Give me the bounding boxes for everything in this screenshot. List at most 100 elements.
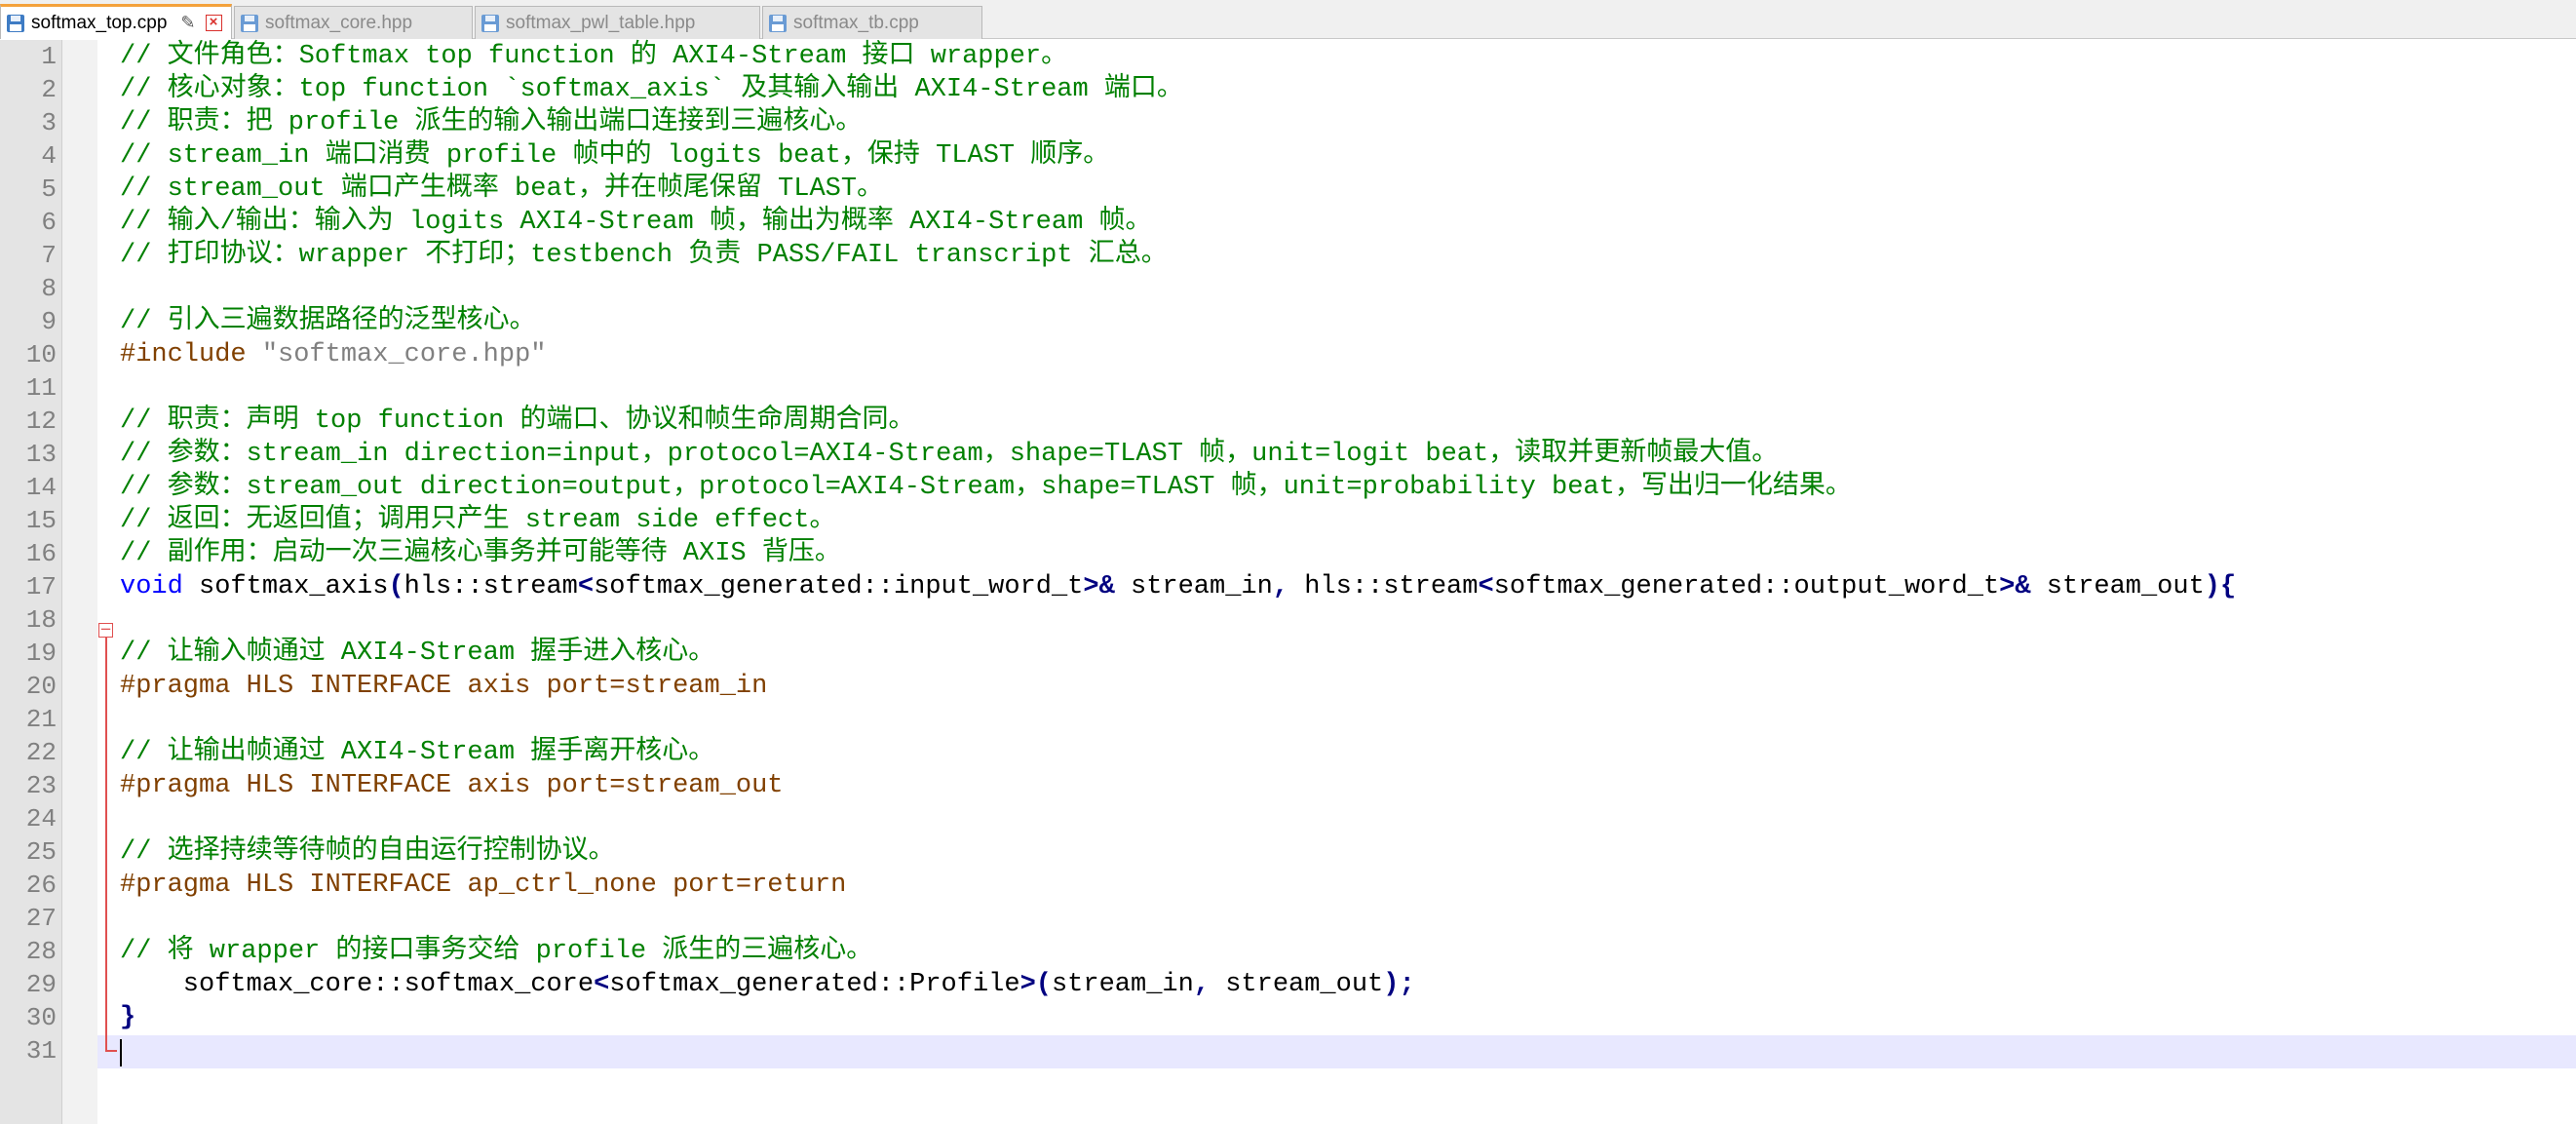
code-token: softmax_axis [182,572,389,601]
line-number: 19 [25,639,57,668]
code-token: // 副作用：启动一次三遍核心事务并可能等待 AXIS 背压。 [120,539,841,568]
code-line[interactable]: // 职责：把 profile 派生的输入输出端口连接到三遍核心。 [120,106,862,139]
code-token: < [594,970,610,999]
code-token: // 将 wrapper 的接口事务交给 profile 派生的三遍核心。 [120,937,873,966]
fold-collapse-icon[interactable]: − [98,622,113,638]
code-token: stream_out [1210,970,1384,999]
code-token: #pragma HLS INTERFACE axis port=stream_o… [120,771,784,800]
code-line[interactable]: // stream_out 端口产生概率 beat，并在帧尾保留 TLAST。 [120,173,883,206]
line-number: 1 [41,42,57,71]
code-token: < [1478,572,1494,601]
code-line[interactable]: // 参数：stream_out direction=output，protoc… [120,471,1852,504]
line-number: 21 [25,705,57,734]
tab-softmax-pwl-table-hpp[interactable]: softmax_pwl_table.hpp [475,6,760,39]
code-token: softmax_generated::input_word_t [594,572,1084,601]
code-line[interactable]: // 文件角色：Softmax top function 的 AXI4-Stre… [120,40,1067,73]
code-token: // 引入三遍数据路径的泛型核心。 [120,307,536,336]
line-number: 13 [25,440,57,469]
code-token: stream_in [1114,572,1273,601]
tab-label: softmax_pwl_table.hpp [506,12,696,33]
line-number: 6 [41,208,57,237]
code-token: // 参数：stream_out direction=output，protoc… [120,473,1852,502]
close-icon[interactable]: × [205,15,222,31]
line-number: 28 [25,937,57,966]
line-number: 3 [41,108,57,137]
code-line[interactable]: // 让输出帧通过 AXI4-Stream 握手离开核心。 [120,736,714,769]
floppy-save-icon [241,14,258,32]
code-line[interactable]: // 副作用：启动一次三遍核心事务并可能等待 AXIS 背压。 [120,537,841,570]
code-line[interactable]: #include "softmax_core.hpp" [120,338,546,371]
line-number: 7 [41,241,57,270]
tab-label: softmax_top.cpp [31,12,168,33]
line-number: 23 [25,771,57,800]
fold-range-end [105,1050,117,1052]
tab-softmax-core-hpp[interactable]: softmax_core.hpp [234,6,473,39]
line-number: 27 [25,904,57,933]
code-line[interactable]: // 选择持续等待帧的自由运行控制协议。 [120,835,615,869]
line-number: 31 [25,1036,57,1066]
line-number: 15 [25,506,57,535]
line-number: 2 [41,75,57,104]
current-line-highlight [97,1035,2576,1068]
line-number: 12 [25,407,57,436]
code-line[interactable]: // 引入三遍数据路径的泛型核心。 [120,305,536,338]
line-number: 10 [25,340,57,369]
code-token: // 输入/输出：输入为 logits AXI4-Stream 帧，输出为概率 … [120,208,1152,237]
code-token: #pragma HLS INTERFACE axis port=stream_i… [120,672,768,701]
code-token: // 返回：无返回值；调用只产生 stream side effect。 [120,506,836,535]
code-token: >& [1083,572,1115,601]
code-token: < [577,572,595,601]
line-number: 9 [41,307,57,336]
text-caret [120,1039,122,1066]
code-line[interactable]: #pragma HLS INTERFACE axis port=stream_o… [120,769,784,802]
code-line[interactable]: // 参数：stream_in direction=input，protocol… [120,438,1778,471]
code-token: // 核心对象：top function `softmax_axis` 及其输入… [120,75,1183,104]
code-line[interactable]: void softmax_axis(hls::stream<softmax_ge… [120,570,2236,603]
code-line[interactable]: // 将 wrapper 的接口事务交给 profile 派生的三遍核心。 [120,935,872,968]
tab-softmax-top-cpp[interactable]: softmax_top.cpp ✎ × [0,4,232,39]
code-token: hls::stream [404,572,578,601]
code-line[interactable]: softmax_core::softmax_core<softmax_gener… [120,968,1415,1001]
pin-icon[interactable]: ✎ [180,13,195,33]
line-number: 26 [25,871,57,900]
code-token: // 让输出帧通过 AXI4-Stream 握手离开核心。 [120,738,715,767]
code-line[interactable]: // 返回：无返回值；调用只产生 stream side effect。 [120,504,835,537]
line-number: 22 [25,738,57,767]
code-editor[interactable]: 1 2 3 4 5 6 7 8 9 10 11 12 13 14 15 16 17 18 19 20 21 22 23 24 2… [0,40,2576,1124]
line-number: 30 [25,1003,57,1032]
code-token: ); [1383,970,1415,999]
code-token: >& [1999,572,2031,601]
fold-margin [62,40,97,1124]
tab-label: softmax_tb.cpp [793,12,919,33]
code-token: // 选择持续等待帧的自由运行控制协议。 [120,837,615,867]
code-token: softmax_generated::output_word_t [1493,572,2000,601]
code-line[interactable]: #pragma HLS INTERFACE axis port=stream_i… [120,670,767,703]
code-token: } [120,1003,136,1032]
code-token: , [1193,970,1211,999]
code-token: void [120,572,183,601]
tab-bar: softmax_top.cpp ✎ × softmax_core.hpp sof… [0,0,2576,39]
code-token: // 让输入帧通过 AXI4-Stream 握手进入核心。 [120,639,715,668]
code-line[interactable]: // 让输入帧通过 AXI4-Stream 握手进入核心。 [120,637,714,670]
code-token: // 参数：stream_in direction=input，protocol… [120,440,1779,469]
code-token: stream_out [2030,572,2205,601]
code-line[interactable]: // 输入/输出：输入为 logits AXI4-Stream 帧，输出为概率 … [120,206,1152,239]
line-number: 5 [41,174,57,204]
code-line[interactable]: // 职责：声明 top function 的端口、协议和帧生命周期合同。 [120,405,914,438]
tab-label: softmax_core.hpp [265,12,413,33]
code-line[interactable]: // 打印协议：wrapper 不打印；testbench 负责 PASS/FA… [120,239,1168,272]
code-line[interactable]: // stream_in 端口消费 profile 帧中的 logits bea… [120,139,1109,173]
code-line[interactable]: #pragma HLS INTERFACE ap_ctrl_none port=… [120,869,846,902]
code-token: // 职责：把 profile 派生的输入输出端口连接到三遍核心。 [120,108,863,137]
floppy-save-icon [7,14,24,32]
code-line[interactable]: // 核心对象：top function `softmax_axis` 及其输入… [120,73,1183,106]
code-token: , [1272,572,1289,601]
line-number-gutter: 1 2 3 4 5 6 7 8 9 10 11 12 13 14 15 16 17 18 19 20 21 22 23 24 2… [0,40,62,1124]
line-number: 25 [25,837,57,867]
tab-softmax-tb-cpp[interactable]: softmax_tb.cpp [762,6,982,39]
code-line[interactable]: } [120,1001,135,1034]
code-token: // 文件角色：Softmax top function 的 AXI4-Stre… [120,42,1068,71]
code-token: softmax_core::softmax_core [120,970,595,999]
code-token: #include [120,340,262,369]
code-token: softmax_generated::Profile [609,970,1020,999]
